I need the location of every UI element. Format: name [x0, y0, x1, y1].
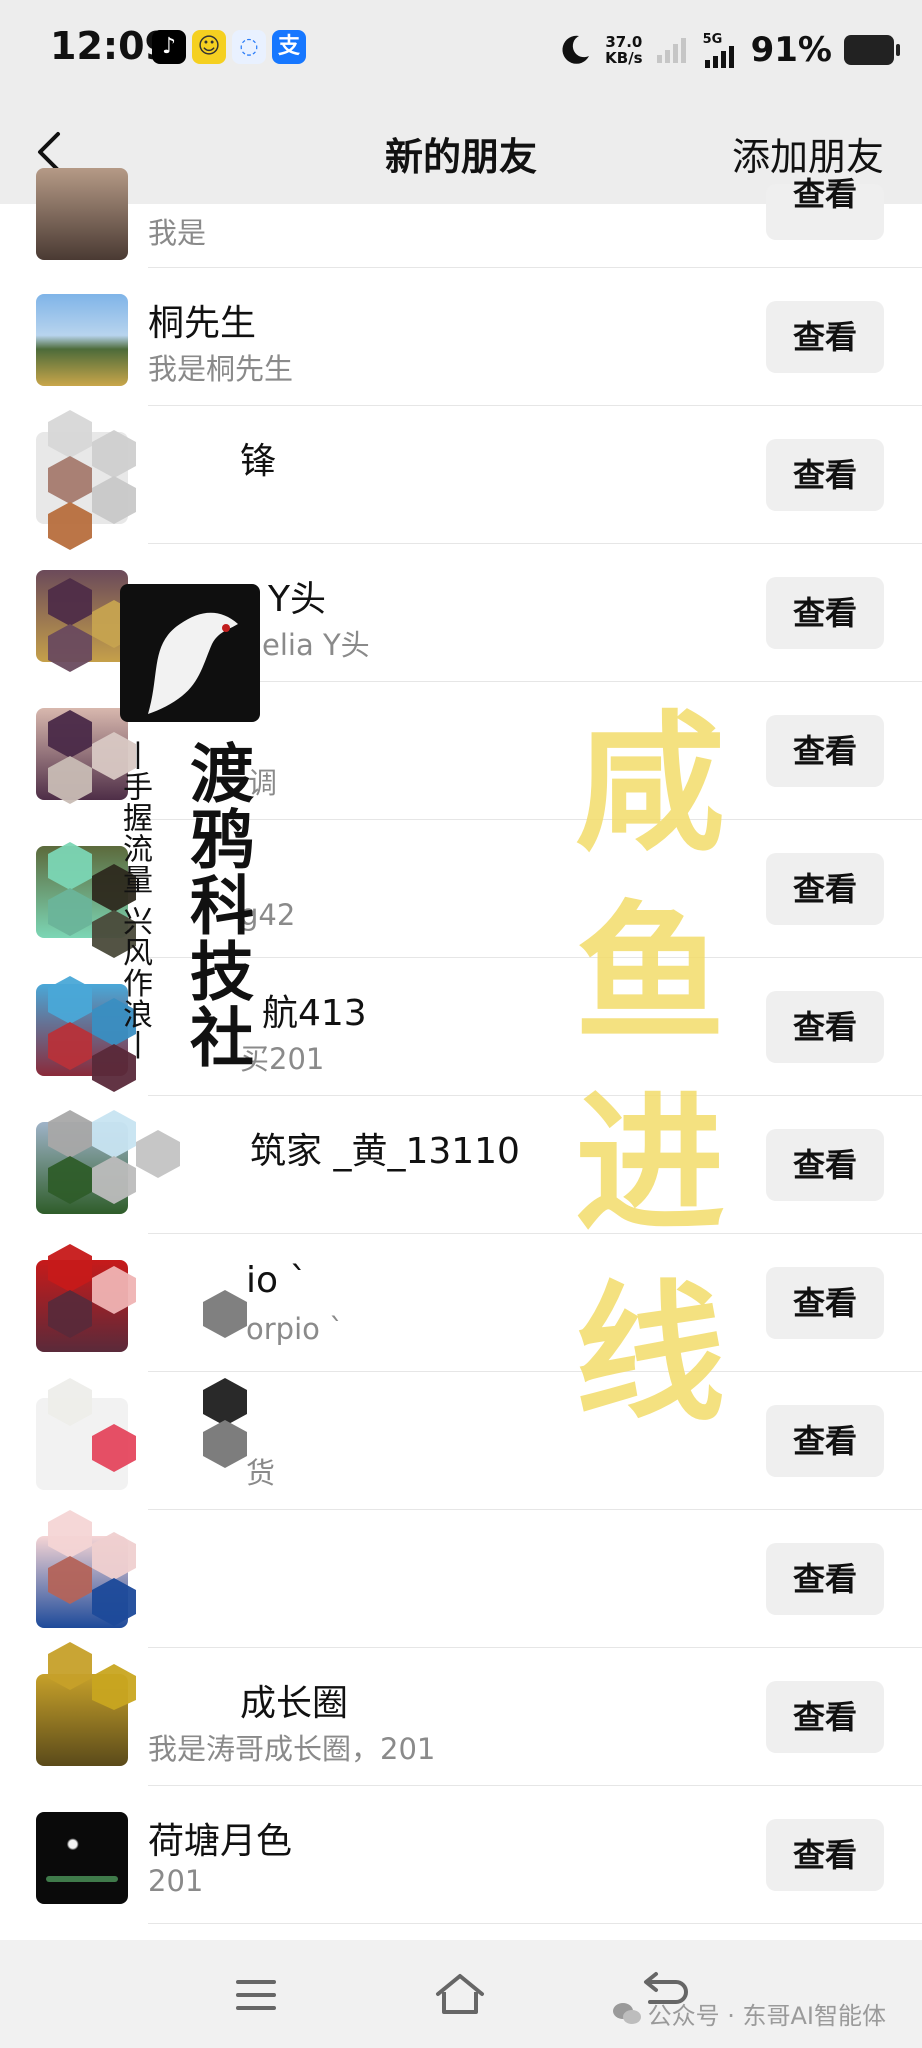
view-button[interactable]: 查看	[766, 178, 884, 240]
status-bar: 12:09 ♪ ☺ ◌ 支 37.0 KB/s 5G 91%	[0, 0, 922, 100]
request-message: 201	[148, 1864, 204, 1898]
signal-5g: 5G	[703, 33, 739, 68]
view-button[interactable]: 查看	[766, 1543, 884, 1615]
app-notification-icon: ☺	[192, 30, 226, 64]
request-message: 我是桐先生	[148, 352, 294, 386]
request-message: 我是	[148, 216, 207, 250]
signal-weak-icon	[656, 38, 686, 63]
view-button[interactable]: 查看	[766, 853, 884, 925]
view-button[interactable]: 查看	[766, 301, 884, 373]
source-credit: 公众号 · 东哥AI智能体	[612, 1996, 886, 2031]
yellow-watermark-text: 咸 鱼 进 线	[574, 698, 725, 1442]
list-item[interactable]: 我是 查看	[0, 168, 922, 268]
brand-slogan: 丨手握流量 兴风作浪丨	[117, 740, 152, 1061]
wechat-icon	[612, 2002, 641, 2024]
view-button[interactable]: 查看	[766, 1405, 884, 1477]
friend-name: 荷塘月色	[148, 1821, 293, 1862]
raven-logo-icon	[120, 584, 260, 722]
system-nav-bar	[0, 1940, 922, 2048]
avatar	[36, 1812, 128, 1904]
alipay-icon: 支	[272, 30, 306, 64]
avatar	[36, 294, 128, 386]
moon-icon	[562, 35, 590, 64]
list-item[interactable]: 桐先生 我是桐先生 查看	[0, 268, 922, 406]
request-message: orpio `	[246, 1312, 344, 1346]
view-button[interactable]: 查看	[766, 1681, 884, 1753]
status-right-group: 37.0 KB/s 5G 91%	[557, 22, 900, 78]
friend-name: Y头	[268, 579, 326, 620]
friend-name: 桐先生	[148, 303, 257, 344]
list-item[interactable]: 荷塘月色 201 查看	[0, 1786, 922, 1924]
menu-icon[interactable]	[228, 1970, 284, 2020]
brand-name: 渡鸦科技社	[179, 740, 253, 1070]
battery-icon	[844, 35, 900, 65]
avatar	[36, 168, 128, 260]
network-speed: 37.0 KB/s	[605, 33, 643, 67]
view-button[interactable]: 查看	[766, 715, 884, 787]
home-icon[interactable]	[432, 1970, 488, 2020]
add-friend-button[interactable]: 添加朋友	[732, 126, 884, 181]
view-button[interactable]: 查看	[766, 1129, 884, 1201]
battery-percent: 91%	[750, 30, 832, 70]
friend-name: 筑家 _黄_13110	[250, 1131, 520, 1172]
tiktok-icon: ♪	[152, 30, 186, 64]
request-message: 我是涛哥成长圈，201	[148, 1732, 436, 1766]
chat-notification-icon: ◌	[232, 30, 266, 64]
friend-name: 航413	[262, 993, 367, 1034]
view-button[interactable]: 查看	[766, 1819, 884, 1891]
request-message: elia Y头	[262, 628, 370, 662]
view-button[interactable]: 查看	[766, 991, 884, 1063]
view-button[interactable]: 查看	[766, 439, 884, 511]
view-button[interactable]: 查看	[766, 577, 884, 649]
view-button[interactable]: 查看	[766, 1267, 884, 1339]
signal-strong-icon	[704, 45, 734, 68]
